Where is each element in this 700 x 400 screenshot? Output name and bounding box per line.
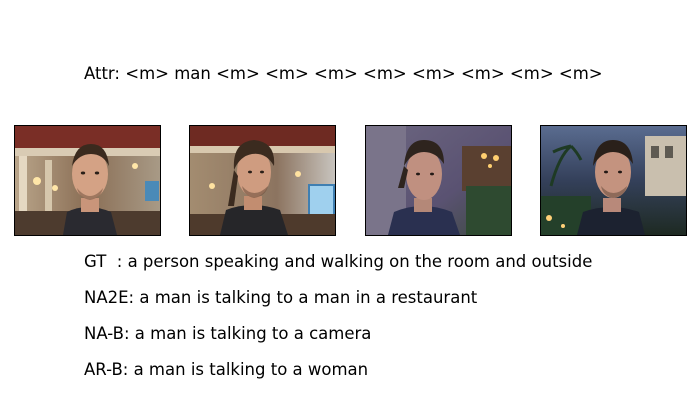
caption-arb: AR-B: a man is talking to a woman bbox=[84, 360, 368, 380]
caption-nab-label: NA-B: bbox=[84, 324, 130, 343]
video-frame-3-image bbox=[366, 126, 511, 235]
video-frame-2-image bbox=[190, 126, 335, 235]
caption-nab-text: a man is talking to a camera bbox=[134, 324, 372, 343]
caption-gt-text: a person speaking and walking on the roo… bbox=[127, 252, 593, 271]
video-frame-4-image bbox=[541, 126, 686, 235]
attr-tokens: <m> man <m> <m> <m> <m> <m> <m> <m> <m> bbox=[125, 64, 603, 83]
video-frame-1 bbox=[14, 125, 161, 236]
video-frame-1-image bbox=[15, 126, 160, 235]
caption-na2e-label: NA2E: bbox=[84, 288, 135, 307]
video-frame-2 bbox=[189, 125, 336, 236]
caption-arb-label: AR-B: bbox=[84, 360, 129, 379]
attr-line: Attr: <m> man <m> <m> <m> <m> <m> <m> <m… bbox=[84, 64, 603, 84]
video-frame-3 bbox=[365, 125, 512, 236]
caption-na2e: NA2E: a man is talking to a man in a res… bbox=[84, 288, 477, 308]
caption-gt-label: GT : bbox=[84, 252, 123, 271]
video-frame-4 bbox=[540, 125, 687, 236]
attr-label: Attr: bbox=[84, 64, 120, 83]
caption-nab: NA-B: a man is talking to a camera bbox=[84, 324, 371, 344]
caption-gt: GT : a person speaking and walking on th… bbox=[84, 252, 592, 272]
caption-na2e-text: a man is talking to a man in a restauran… bbox=[139, 288, 478, 307]
caption-arb-text: a man is talking to a woman bbox=[133, 360, 369, 379]
